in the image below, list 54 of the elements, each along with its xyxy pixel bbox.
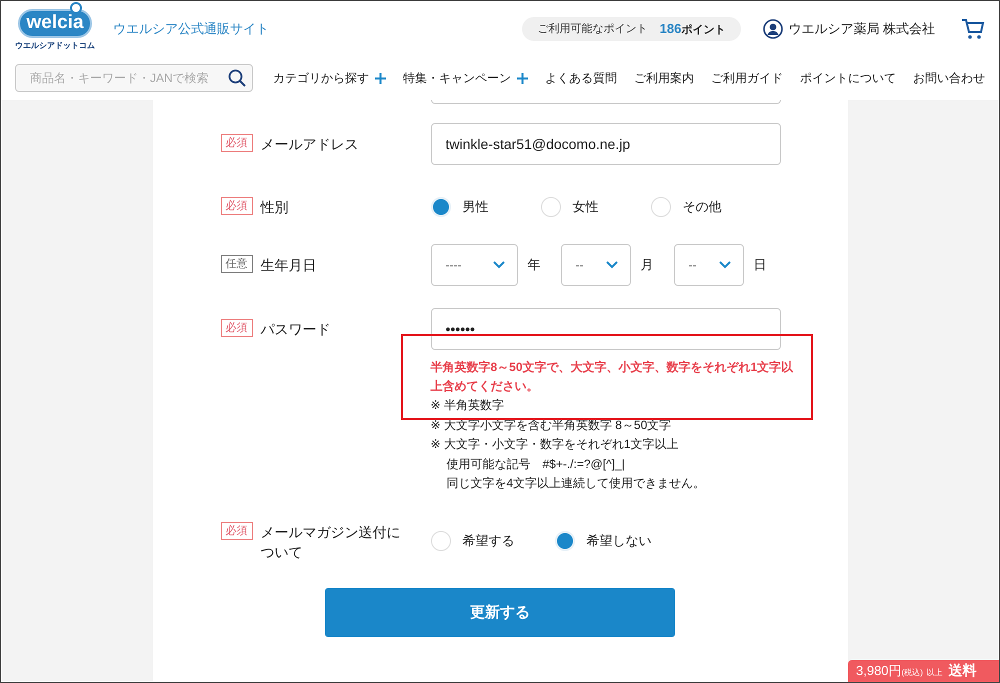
required-badge: 必須 — [220, 197, 252, 215]
email-field[interactable]: twinkle-star51@docomo.ne.jp — [430, 123, 780, 165]
nav-link[interactable]: お問い合わせ — [913, 70, 985, 86]
radio-button[interactable] — [430, 531, 450, 551]
user-name[interactable]: ウエルシア薬局 株式会社 — [788, 20, 935, 38]
radio-button[interactable] — [554, 531, 574, 551]
chevron-down-icon — [606, 261, 618, 269]
date-unit: 年 — [528, 256, 540, 274]
nav-link[interactable]: ご利用案内 — [634, 70, 694, 86]
error-message: 半角英数字8～50文字で、大文字、小文字、数字をそれぞれ1文字以上含めてください。 — [430, 359, 794, 395]
cart-icon[interactable] — [961, 18, 985, 40]
optional-badge: 任意 — [220, 255, 252, 273]
radio-option[interactable]: 女性 — [540, 197, 598, 217]
points-badge: ご利用可能なポイント 186ポイント — [522, 16, 742, 40]
radio-button[interactable] — [430, 197, 450, 217]
required-badge: 必須 — [220, 522, 252, 540]
password-field[interactable]: •••••• — [430, 308, 780, 350]
field-label: 性別 — [260, 198, 290, 217]
radio-option[interactable]: その他 — [650, 197, 722, 217]
radio-option[interactable]: 希望する — [430, 520, 514, 562]
password-note: 同じ文字を4文字以上連続して使用できません。 — [446, 475, 706, 492]
site-title: ウエルシア公式通販サイト — [113, 20, 269, 38]
required-badge: 必須 — [220, 134, 252, 152]
radio-option[interactable]: 希望しない — [554, 520, 652, 562]
search-icon[interactable] — [228, 69, 246, 87]
nav-link[interactable]: ご利用ガイド — [711, 70, 783, 86]
radio-button[interactable] — [540, 197, 560, 217]
password-note: ※ 大文字小文字を含む半角英数字 8～50文字 — [430, 416, 672, 434]
password-note: ※ 半角英数字 — [430, 397, 505, 414]
user-icon — [763, 18, 784, 38]
plus-icon — [517, 72, 528, 84]
search-field[interactable]: 商品名・キーワード・JANで検索 — [15, 64, 253, 92]
update-button[interactable]: 更新する — [325, 588, 675, 636]
chevron-down-icon — [492, 261, 504, 269]
password-note: 使用可能な記号 #$+-./:=?@[^]_| — [446, 456, 626, 472]
date-select[interactable]: -- — [674, 244, 744, 286]
password-note: ※ 大文字・小文字・数字をそれぞれ1文字以上 — [430, 436, 680, 453]
field-label: メールマガジン送付について — [260, 522, 402, 562]
nav-link[interactable]: よくある質問 — [545, 70, 617, 86]
nav-link[interactable]: 特集・キャンペーン — [403, 70, 528, 86]
date-unit: 日 — [754, 256, 766, 274]
field-label: メールアドレス — [260, 135, 360, 154]
nav-link[interactable]: ポイントについて — [800, 70, 896, 86]
date-select[interactable]: -- — [560, 244, 630, 286]
radio-button[interactable] — [650, 197, 670, 217]
field-label: パスワード — [260, 320, 332, 339]
nav-link[interactable]: カテゴリから探す — [273, 70, 386, 86]
field-label: 生年月日 — [260, 256, 318, 275]
radio-option[interactable]: 男性 — [430, 197, 488, 217]
plus-icon — [375, 72, 386, 84]
date-unit: 月 — [640, 256, 654, 274]
chevron-down-icon — [718, 261, 730, 269]
required-badge: 必須 — [220, 319, 252, 337]
date-select[interactable]: ---- — [430, 244, 518, 286]
